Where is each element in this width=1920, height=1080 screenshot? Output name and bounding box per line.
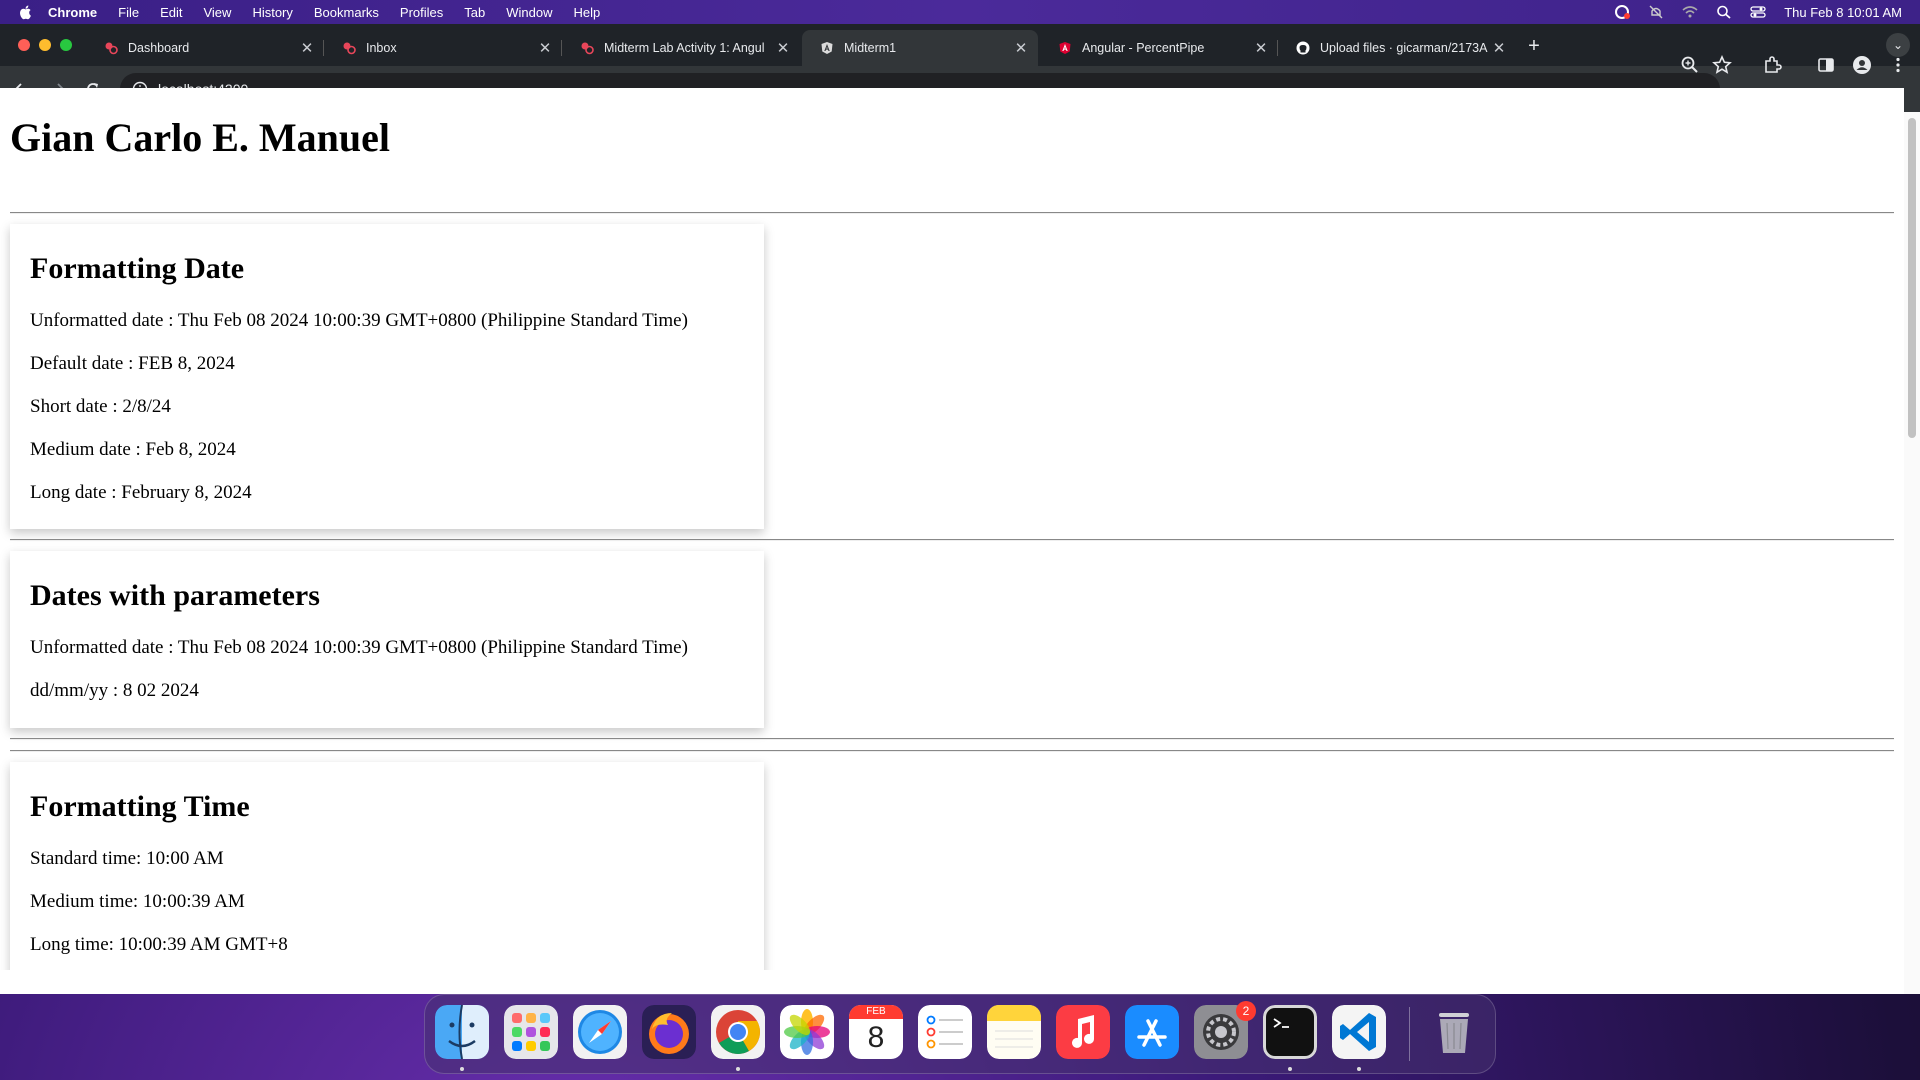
music-icon[interactable]: [1056, 1005, 1110, 1059]
github-icon: [1296, 41, 1310, 55]
spotlight-search-icon[interactable]: [1716, 5, 1732, 19]
menu-history[interactable]: History: [252, 5, 292, 20]
safari-icon[interactable]: [573, 1005, 627, 1059]
extensions-icon[interactable]: [1762, 55, 1782, 75]
tab-strip: Dashboard ✕ Inbox ✕ Midterm Lab Activity…: [0, 24, 1920, 66]
tab-title: Angular - PercentPipe: [1082, 41, 1205, 55]
dd-mm-yy-date: dd/mm/yy : 8 02 2024: [30, 680, 199, 701]
muted-bell-icon[interactable]: [1648, 5, 1664, 19]
standard-time: Standard time: 10:00 AM: [30, 848, 224, 869]
divider: [10, 539, 1894, 541]
medium-date: Medium date : Feb 8, 2024: [30, 439, 236, 460]
dock-separator: [1409, 1007, 1410, 1061]
page-content: Gian Carlo E. Manuel Formatting Date Unf…: [0, 88, 1904, 970]
app-favicon-icon: [581, 42, 594, 55]
menu-bar: Chrome File Edit View History Bookmarks …: [0, 0, 1920, 24]
tab-title: Dashboard: [128, 41, 190, 55]
new-tab-button[interactable]: +: [1522, 35, 1546, 58]
tab-github-upload[interactable]: Upload files · gicarman/2173A ✕: [1278, 30, 1516, 66]
menu-window[interactable]: Window: [506, 5, 552, 20]
tab-inbox[interactable]: Inbox ✕: [324, 30, 562, 66]
notes-icon[interactable]: [987, 1005, 1041, 1059]
creative-cloud-icon[interactable]: [1614, 5, 1631, 19]
vscode-icon[interactable]: [1332, 1005, 1386, 1059]
section-title: Formatting Time: [30, 790, 250, 823]
close-tab-icon[interactable]: ✕: [1488, 39, 1510, 57]
menu-view[interactable]: View: [203, 5, 231, 20]
tab-angular-percentpipe[interactable]: Angular - PercentPipe ✕: [1040, 30, 1278, 66]
reminders-icon[interactable]: [918, 1005, 972, 1059]
minimize-window-button[interactable]: [39, 39, 51, 51]
section-title: Dates with parameters: [30, 579, 320, 612]
section-dates-with-parameters: Dates with parameters Unformatted date :…: [10, 551, 764, 728]
terminal-icon[interactable]: [1263, 1005, 1317, 1059]
menu-clock[interactable]: Thu Feb 8 10:01 AM: [1784, 5, 1902, 20]
control-center-icon[interactable]: [1750, 5, 1766, 19]
app-favicon-icon: [105, 42, 118, 55]
unformatted-date: Unformatted date : Thu Feb 08 2024 10:00…: [30, 637, 688, 658]
divider: [10, 738, 1894, 740]
tab-midterm1[interactable]: Midterm1 ✕: [802, 30, 1038, 66]
photos-icon[interactable]: [780, 1005, 834, 1059]
close-tab-icon[interactable]: ✕: [534, 39, 556, 57]
menu-edit[interactable]: Edit: [160, 5, 182, 20]
calendar-day: 8: [867, 1021, 885, 1054]
app-store-icon[interactable]: [1125, 1005, 1179, 1059]
scrollbar-thumb[interactable]: [1908, 118, 1916, 438]
menu-file[interactable]: File: [118, 5, 139, 20]
dock: FEB 8 2: [424, 994, 1496, 1074]
section-title: Formatting Date: [30, 252, 245, 285]
menu-tab[interactable]: Tab: [464, 5, 485, 20]
short-date: Short date : 2/8/24: [30, 396, 171, 417]
finder-icon[interactable]: [435, 1005, 489, 1059]
page-heading: Gian Carlo E. Manuel: [10, 115, 391, 160]
tab-dashboard[interactable]: Dashboard ✕: [86, 30, 324, 66]
side-panel-icon[interactable]: [1816, 55, 1836, 75]
profile-avatar-icon[interactable]: [1852, 55, 1872, 75]
section-formatting-time: Formatting Time Standard time: 10:00 AM …: [10, 762, 764, 970]
tab-title: Inbox: [366, 41, 397, 55]
tab-title: Upload files · gicarman/2173A: [1320, 41, 1488, 55]
tab-search-button[interactable]: ⌄: [1886, 33, 1910, 57]
launchpad-icon[interactable]: [504, 1005, 558, 1059]
app-favicon-icon: [343, 42, 356, 55]
tab-midterm-lab-activity[interactable]: Midterm Lab Activity 1: Angul ✕: [562, 30, 800, 66]
zoom-window-button[interactable]: [60, 39, 72, 51]
angular-icon: [821, 42, 833, 54]
unformatted-date: Unformatted date : Thu Feb 08 2024 10:00…: [30, 310, 688, 331]
apple-icon[interactable]: [18, 4, 34, 20]
page-scrollbar[interactable]: [1904, 112, 1920, 994]
close-window-button[interactable]: [18, 39, 30, 51]
angular-icon: [1059, 42, 1071, 54]
close-tab-icon[interactable]: ✕: [296, 39, 318, 57]
menu-app-name[interactable]: Chrome: [48, 5, 97, 20]
more-menu-icon[interactable]: [1888, 55, 1908, 75]
bookmark-star-icon[interactable]: [1712, 55, 1732, 75]
close-tab-icon[interactable]: ✕: [772, 39, 794, 57]
calendar-icon[interactable]: FEB 8: [849, 1005, 903, 1059]
tab-title: Midterm1: [844, 41, 897, 55]
long-time: Long time: 10:00:39 AM GMT+8: [30, 934, 288, 955]
close-tab-icon[interactable]: ✕: [1010, 39, 1032, 57]
trash-icon[interactable]: [1427, 1005, 1481, 1059]
divider: [10, 750, 1894, 752]
firefox-icon[interactable]: [642, 1005, 696, 1059]
wifi-icon[interactable]: [1682, 5, 1698, 19]
close-tab-icon[interactable]: ✕: [1250, 39, 1272, 57]
zoom-icon[interactable]: [1680, 55, 1700, 75]
window-controls: [18, 39, 72, 51]
chevron-down-icon: ⌄: [1892, 38, 1904, 52]
settings-badge: 2: [1236, 1001, 1256, 1021]
menu-bookmarks[interactable]: Bookmarks: [314, 5, 379, 20]
section-formatting-date: Formatting Date Unformatted date : Thu F…: [10, 224, 764, 529]
long-date: Long date : February 8, 2024: [30, 482, 252, 503]
tab-title: Midterm Lab Activity 1: Angul: [604, 41, 765, 55]
default-date: Default date : FEB 8, 2024: [30, 353, 235, 374]
calendar-month: FEB: [849, 1005, 903, 1019]
menu-help[interactable]: Help: [574, 5, 601, 20]
medium-time: Medium time: 10:00:39 AM: [30, 891, 245, 912]
divider: [10, 212, 1894, 214]
chrome-icon[interactable]: [711, 1005, 765, 1059]
menu-profiles[interactable]: Profiles: [400, 5, 443, 20]
